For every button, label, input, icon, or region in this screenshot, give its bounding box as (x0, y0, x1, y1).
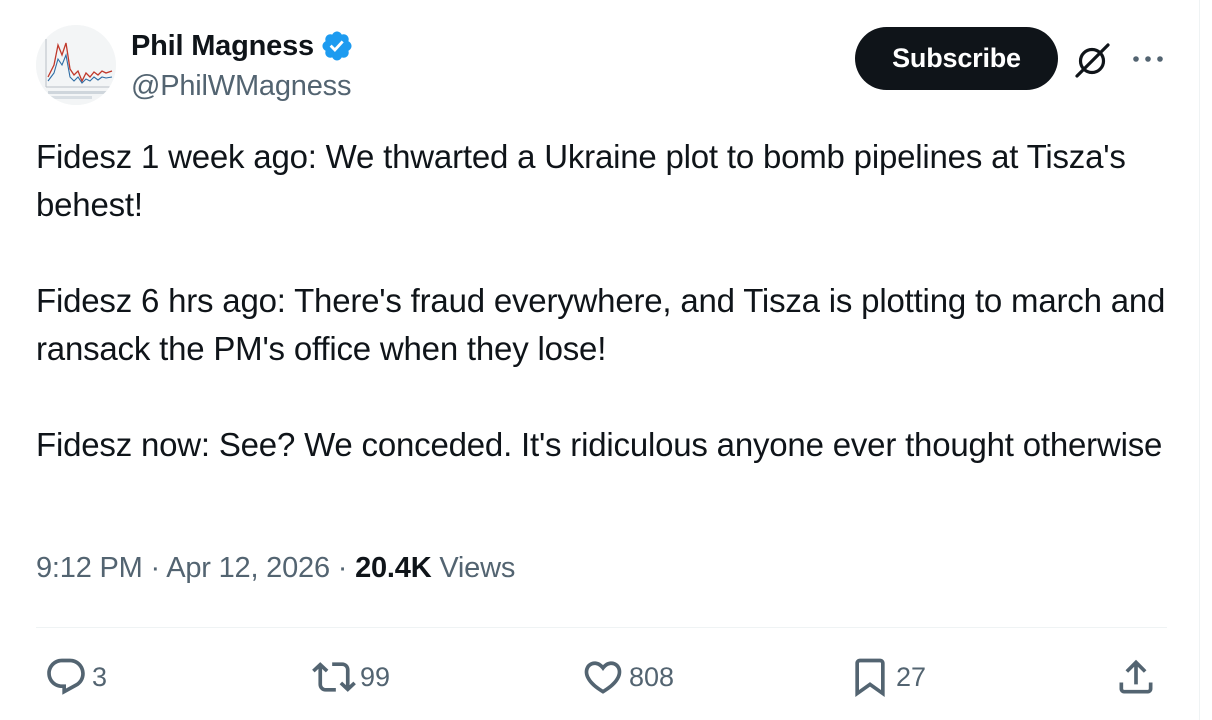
tweet-text: Fidesz 1 week ago: We thwarted a Ukraine… (36, 133, 1176, 469)
share-icon (1119, 659, 1153, 694)
views-count[interactable]: 20.4K (355, 552, 432, 584)
share-button[interactable] (1114, 655, 1158, 699)
bookmark-icon (855, 658, 885, 698)
tweet-date[interactable]: Apr 12, 2026 (166, 552, 330, 584)
avatar[interactable] (36, 25, 116, 105)
subscribe-button[interactable]: Subscribe (855, 27, 1058, 90)
repost-icon (312, 662, 356, 692)
like-button[interactable]: 808 (581, 655, 674, 699)
avatar-chart-image (36, 25, 116, 105)
repost-button[interactable]: 99 (312, 655, 390, 699)
author-handle[interactable]: @PhilWMagness (131, 70, 351, 103)
tweet-paragraph: Fidesz now: See? We conceded. It's ridic… (36, 426, 1163, 463)
grok-icon[interactable] (1072, 40, 1112, 80)
like-count: 808 (629, 661, 675, 692)
bookmark-count: 27 (896, 661, 927, 692)
tweet-paragraph: Fidesz 6 hrs ago: There's fraud everywhe… (36, 282, 1166, 367)
tweet-metadata: 9:12 PM · Apr 12, 2026 · 20.4K Views (36, 552, 515, 585)
meta-separator: · (150, 552, 160, 584)
verified-badge-icon[interactable] (320, 29, 354, 63)
bookmark-button[interactable]: 27 (848, 655, 926, 699)
author-name-row[interactable]: Phil Magness (131, 27, 354, 65)
more-options-icon[interactable] (1130, 44, 1166, 74)
tweet-time[interactable]: 9:12 PM (36, 552, 143, 584)
tweet-card: Phil Magness @PhilWMagness Subscribe Fid… (0, 0, 1200, 720)
tweet-paragraph: Fidesz 1 week ago: We thwarted a Ukraine… (36, 138, 1126, 223)
reply-button[interactable]: 3 (44, 655, 107, 699)
reply-icon (47, 658, 85, 695)
reply-count: 3 (92, 661, 108, 692)
meta-separator: · (337, 552, 348, 584)
repost-count: 99 (360, 661, 391, 692)
author-display-name[interactable]: Phil Magness (131, 30, 314, 63)
views-label[interactable]: Views (439, 552, 515, 584)
heart-icon (584, 661, 622, 694)
divider (36, 627, 1167, 628)
